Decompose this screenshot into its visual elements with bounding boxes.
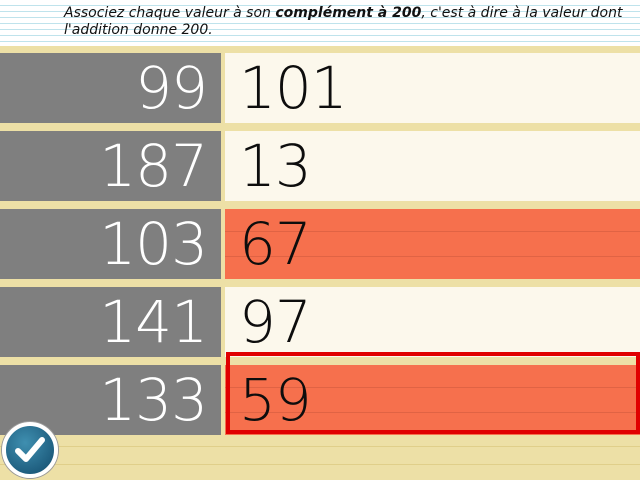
instruction-text: Associez chaque valeur à son complément … — [64, 5, 634, 39]
validate-button[interactable] — [2, 422, 58, 478]
value-cell: 141 — [0, 287, 221, 357]
value-cell: 99 — [0, 53, 221, 123]
value-cell: 187 — [0, 131, 221, 201]
complement-tile[interactable]: 97 — [225, 287, 640, 357]
pair-row-1: 99 101 — [0, 53, 640, 123]
pair-row-3: 103 67 — [0, 209, 640, 279]
pair-row-5: 133 59 — [0, 365, 640, 435]
pair-row-4: 141 97 — [0, 287, 640, 357]
header-divider — [0, 46, 640, 53]
complement-tile-wrong[interactable]: 59 — [225, 365, 640, 435]
ruled-line — [0, 464, 640, 465]
checkmark-icon — [15, 437, 45, 462]
instruction-part: Associez chaque valeur à son — [64, 5, 276, 21]
complement-tile[interactable]: 13 — [225, 131, 640, 201]
pair-row-2: 187 13 — [0, 131, 640, 201]
complement-tile[interactable]: 101 — [225, 53, 640, 123]
notebook-header: Associez chaque valeur à son complément … — [0, 0, 640, 46]
instruction-bold: complément à 200 — [275, 5, 422, 21]
ruled-line — [0, 446, 640, 447]
complement-tile-wrong[interactable]: 67 — [225, 209, 640, 279]
value-cell: 103 — [0, 209, 221, 279]
bottom-area — [0, 438, 640, 480]
